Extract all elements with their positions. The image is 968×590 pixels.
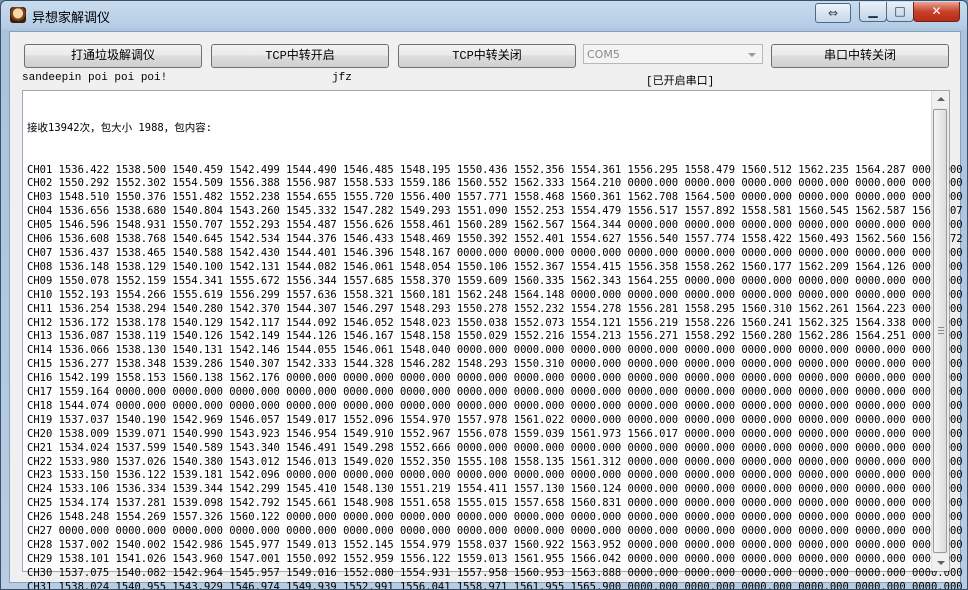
- double-arrow-icon: ⇔: [827, 6, 839, 20]
- channel-line: CH13 1536.087 1538.119 1540.126 1542.149…: [27, 330, 963, 343]
- channel-line: CH09 1550.078 1552.159 1554.341 1555.672…: [27, 274, 963, 287]
- restore-arrows-button[interactable]: ⇔: [815, 3, 851, 23]
- app-window: 异想家解调仪 ⇔ ▁ □ ✕ 打通垃圾解调仪 TCP中转开启 TCP中转关闭 C…: [0, 0, 968, 590]
- scroll-thumb[interactable]: [933, 109, 947, 553]
- channel-line: CH14 1536.066 1538.130 1540.131 1542.146…: [27, 344, 963, 357]
- maximize-icon: □: [894, 4, 906, 18]
- serial-relay-stop-button[interactable]: 串口中转关闭: [771, 44, 949, 68]
- status-left-label: sandeepin poi poi poi!: [22, 72, 168, 84]
- channel-line: CH06 1536.608 1538.768 1540.645 1542.534…: [27, 233, 963, 246]
- channel-line: CH02 1550.292 1552.302 1554.509 1556.388…: [27, 177, 963, 190]
- channel-line: CH07 1536.437 1538.465 1540.588 1542.430…: [27, 246, 963, 259]
- serial-status-label: [已开启串口]: [646, 76, 715, 88]
- channel-line: CH25 1534.174 1537.281 1539.098 1542.792…: [27, 497, 963, 510]
- window-title: 异想家解调仪: [32, 11, 111, 26]
- channel-line: CH18 1544.074 0000.000 0000.000 0000.000…: [27, 399, 963, 412]
- channel-line: CH19 1537.037 1540.190 1542.969 1546.057…: [27, 413, 963, 426]
- grip-icon: [938, 327, 944, 334]
- channel-line: CH20 1538.009 1539.071 1540.990 1543.923…: [27, 427, 963, 440]
- channel-line: CH29 1538.101 1541.026 1543.960 1547.001…: [27, 552, 963, 565]
- channel-line: CH21 1534.024 1537.599 1540.589 1543.340…: [27, 441, 963, 454]
- chevron-down-icon: [748, 53, 756, 57]
- packet-header: 接收13942次，包大小 1988，包内容:: [27, 121, 213, 134]
- output-text: 接收13942次，包大小 1988，包内容: CH01 1536.422 153…: [27, 94, 963, 590]
- channel-line: CH30 1537.075 1540.082 1542.964 1545.957…: [27, 566, 963, 579]
- channel-line: CH16 1542.199 1558.153 1560.138 1562.176…: [27, 372, 963, 385]
- channel-line: CH04 1536.656 1538.680 1540.804 1543.260…: [27, 205, 963, 218]
- close-icon: ✕: [931, 4, 942, 18]
- tcp-relay-stop-button[interactable]: TCP中转关闭: [398, 44, 576, 68]
- channel-line: CH17 1559.164 0000.000 0000.000 0000.000…: [27, 386, 963, 399]
- client-area: 打通垃圾解调仪 TCP中转开启 TCP中转关闭 COM5 串口中转关闭 sand…: [9, 31, 963, 589]
- channel-line: CH03 1548.510 1550.376 1551.482 1552.238…: [27, 191, 963, 204]
- channel-line: CH26 1548.248 1554.269 1557.326 1560.122…: [27, 511, 963, 524]
- close-button[interactable]: ✕: [913, 2, 960, 22]
- maximize-button[interactable]: □: [886, 2, 914, 22]
- channel-line: CH23 1533.150 1536.122 1539.181 1542.096…: [27, 469, 963, 482]
- channel-line: CH22 1533.980 1537.026 1540.380 1543.012…: [27, 455, 963, 468]
- status-middle-label: jfz: [332, 72, 352, 84]
- channel-line: CH31 1538.024 1540.955 1543.929 1546.974…: [27, 580, 963, 590]
- title-bar[interactable]: 异想家解调仪 ⇔ ▁ □ ✕: [1, 1, 967, 31]
- open-demodulator-button[interactable]: 打通垃圾解调仪: [24, 44, 202, 68]
- tcp-relay-start-button[interactable]: TCP中转开启: [211, 44, 389, 68]
- scroll-up-arrow-icon[interactable]: [932, 91, 949, 108]
- channel-line: CH28 1537.002 1540.002 1542.986 1545.977…: [27, 539, 963, 551]
- scroll-down-arrow-icon[interactable]: [932, 554, 949, 571]
- channel-line: CH24 1533.106 1536.334 1539.344 1542.299…: [27, 483, 963, 496]
- channel-line: CH12 1536.172 1538.178 1540.129 1542.117…: [27, 316, 963, 329]
- com-port-value: COM5: [587, 48, 620, 61]
- channel-line: CH05 1546.596 1548.931 1550.707 1552.293…: [27, 219, 963, 232]
- channel-line: CH15 1536.277 1538.348 1539.286 1540.307…: [27, 358, 963, 371]
- app-avatar-icon: [10, 7, 26, 23]
- com-port-select[interactable]: COM5: [583, 44, 763, 64]
- minimize-button[interactable]: ▁: [859, 2, 887, 22]
- channel-line: CH08 1536.148 1538.129 1540.100 1542.131…: [27, 260, 963, 273]
- channel-line: CH10 1552.193 1554.266 1555.619 1556.299…: [27, 288, 963, 301]
- minimize-icon: ▁: [868, 4, 878, 18]
- vertical-scrollbar[interactable]: [931, 91, 949, 571]
- channel-line: CH11 1536.254 1538.294 1540.280 1542.370…: [27, 302, 963, 315]
- channel-line: CH01 1536.422 1538.500 1540.459 1542.499…: [27, 163, 963, 176]
- output-textbox[interactable]: 接收13942次，包大小 1988，包内容: CH01 1536.422 153…: [22, 90, 963, 589]
- channel-line: CH27 0000.000 0000.000 0000.000 0000.000…: [27, 525, 963, 538]
